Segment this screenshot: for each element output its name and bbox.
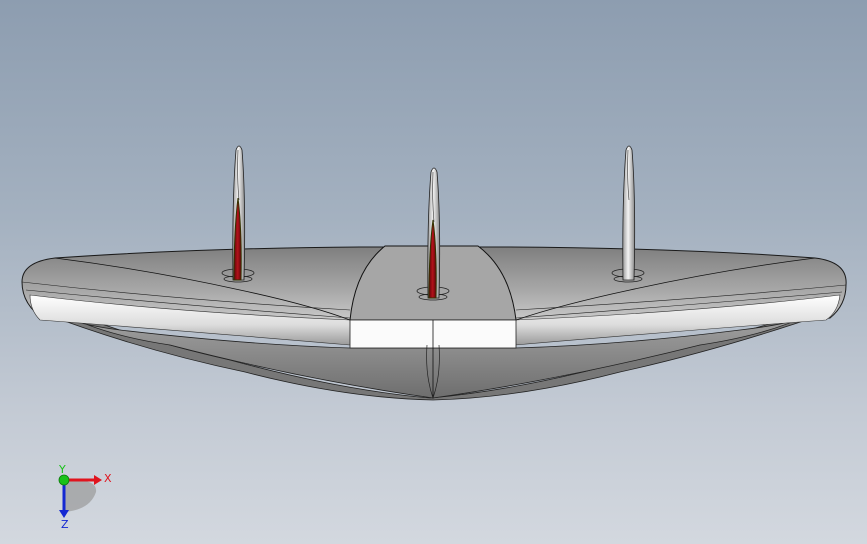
triad-x-arrow — [94, 475, 102, 485]
axis-triad: X Y Z — [58, 463, 112, 530]
fin-center[interactable] — [427, 167, 441, 299]
graphics-viewport[interactable]: X Y Z — [0, 0, 867, 544]
fin-left[interactable] — [232, 145, 246, 281]
fin-right[interactable] — [622, 145, 636, 281]
triad-shadow — [64, 479, 97, 512]
triad-z-arrow — [59, 510, 69, 518]
flying-wing-model[interactable] — [0, 0, 867, 544]
triad-z-label: Z — [61, 518, 69, 530]
triad-y-axis — [58, 474, 70, 486]
triad-x-label: X — [104, 472, 112, 485]
triad-y-label: Y — [58, 463, 66, 476]
